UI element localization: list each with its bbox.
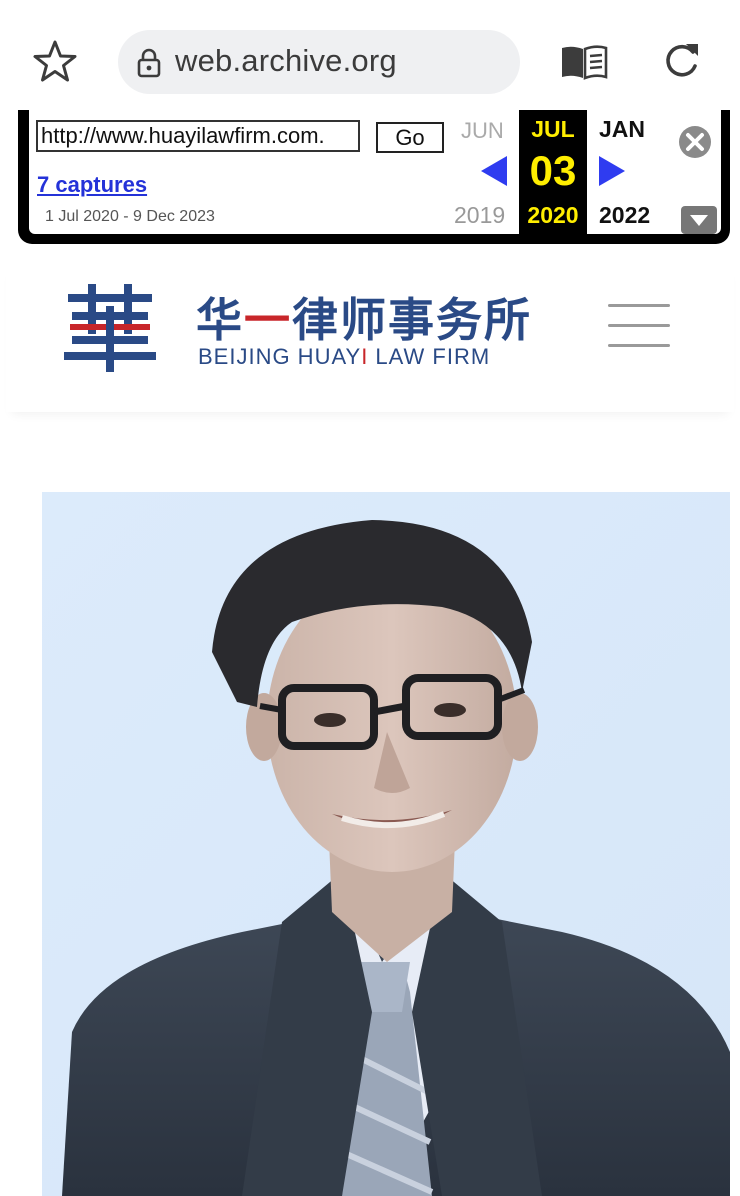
current-day: 03 [529,147,577,194]
current-capture-column: JUL 03 2020 [519,110,587,234]
captures-link[interactable]: 7 captures [37,172,147,198]
brand-cn-part2: 律师事务所 [292,293,532,347]
go-button[interactable]: Go [376,122,444,153]
site-header: 华一律师事务所 BEIJING HUAYI LAW FIRM [6,262,734,412]
menu-line-icon [608,324,670,327]
lock-icon [137,48,161,78]
menu-button[interactable] [608,302,670,350]
menu-line-icon [608,304,670,307]
star-icon[interactable] [30,38,80,84]
menu-line-icon [608,344,670,347]
wayback-toolbar: http://www.huayilawfirm.com. Go 7 captur… [18,110,730,244]
brand-name-chinese[interactable]: 华一律师事务所 [196,284,532,350]
close-icon[interactable] [677,124,713,160]
next-year[interactable]: 2022 [599,202,650,229]
brand-en-part2: LAW FIRM [368,344,491,369]
brand-name-english[interactable]: BEIJING HUAYI LAW FIRM [198,344,490,370]
current-year: 2020 [527,202,579,228]
previous-year[interactable]: 2019 [454,202,505,229]
address-bar-url: web.archive.org [175,43,397,78]
next-capture-arrow-icon[interactable] [597,154,627,188]
logo-icon[interactable] [64,284,156,372]
capture-date-range: 1 Jul 2020 - 9 Dec 2023 [45,208,215,225]
previous-capture-arrow-icon[interactable] [479,154,509,188]
browser-toolbar: web.archive.org [0,0,740,110]
brand-en-part1: BEIJING HUAY [198,344,362,369]
reload-icon[interactable] [660,40,702,82]
lawyer-portrait-image [42,492,730,1196]
expand-toolbar-icon[interactable] [681,206,717,234]
brand-cn-dash: 一 [244,293,292,347]
previous-capture-column: JUN 2019 [447,110,519,234]
wayback-panel: http://www.huayilawfirm.com. Go 7 captur… [29,110,721,234]
next-month[interactable]: JAN [599,116,645,143]
reader-mode-icon[interactable] [560,44,608,80]
next-capture-column: JAN 2022 [587,110,673,234]
wayback-url-input[interactable]: http://www.huayilawfirm.com. [36,120,360,152]
previous-month[interactable]: JUN [461,118,504,144]
brand-cn-part1: 华 [196,293,244,347]
current-month: JUL [531,116,575,142]
portrait-illustration [42,492,730,1196]
address-bar[interactable]: web.archive.org [118,30,520,94]
